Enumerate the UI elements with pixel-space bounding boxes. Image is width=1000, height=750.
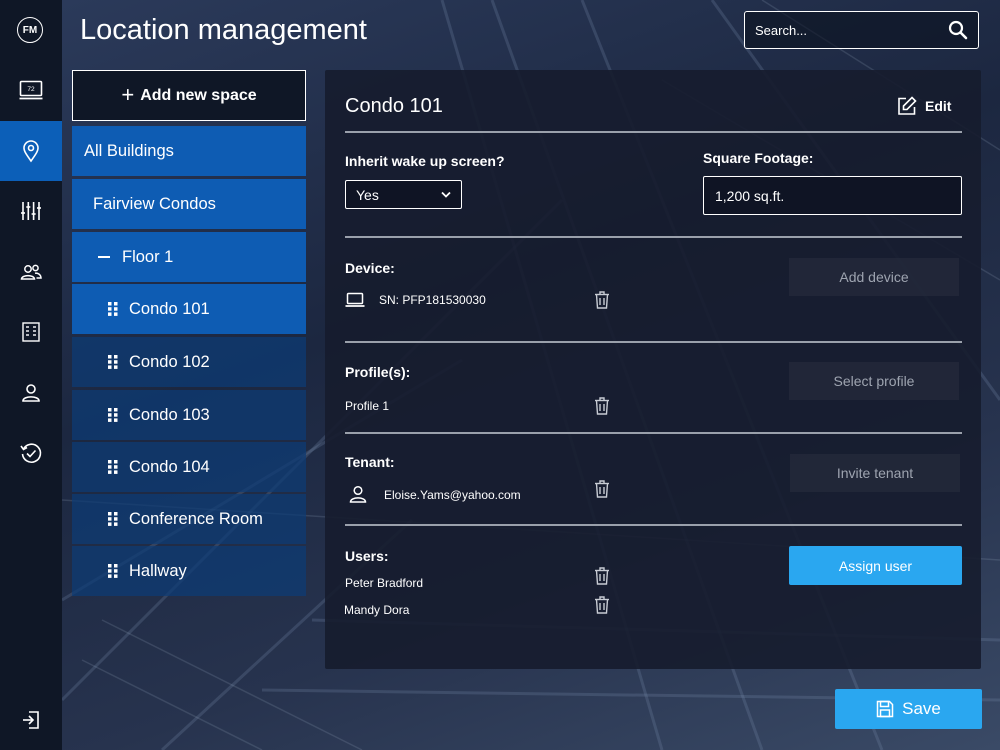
tree-item-label: Conference Room [129, 509, 263, 528]
tree-item-label: Condo 101 [129, 299, 210, 318]
users-icon [20, 264, 42, 280]
inherit-wake-value: Yes [356, 186, 379, 203]
tree-item-hallway[interactable]: Hallway [72, 546, 306, 596]
rail-item-devices[interactable]: 72 [0, 60, 62, 120]
profiles-label: Profile(s): [345, 364, 411, 380]
divider [345, 524, 962, 526]
divider [345, 236, 962, 238]
delete-device-trash-icon[interactable] [594, 291, 610, 309]
tree-item-all-buildings[interactable]: All Buildings [72, 126, 306, 176]
rail-item-buildings[interactable] [0, 302, 62, 362]
add-new-space-label: Add new space [140, 86, 257, 104]
tree-item-floor-1[interactable]: Floor 1 [72, 232, 306, 282]
edit-label: Edit [925, 98, 952, 114]
select-profile-button[interactable]: Select profile [789, 362, 959, 400]
building-icon [22, 322, 40, 342]
drag-handle-icon[interactable] [108, 512, 118, 526]
user-icon [349, 485, 367, 503]
tree-item-label: Condo 102 [129, 352, 210, 371]
tree-item-condo-101[interactable]: Condo 101 [72, 284, 306, 334]
square-footage-input[interactable] [715, 187, 950, 204]
drag-handle-icon[interactable] [108, 460, 118, 474]
delete-user-trash-icon[interactable] [594, 596, 610, 614]
tree-item-condo-102[interactable]: Condo 102 [72, 337, 306, 387]
tenant-email: Eloise.Yams@yahoo.com [384, 488, 521, 502]
tree-item-label: Floor 1 [122, 247, 174, 266]
inherit-wake-select[interactable]: Yes [345, 180, 462, 209]
delete-profile-trash-icon[interactable] [594, 397, 610, 415]
save-button[interactable]: Save [835, 689, 982, 729]
delete-user-trash-icon[interactable] [594, 567, 610, 585]
inherit-wake-label: Inherit wake up screen? [345, 153, 505, 169]
collapse-icon[interactable] [98, 256, 110, 258]
add-new-space-button[interactable]: + Add new space [72, 70, 306, 121]
rail-item-history[interactable] [0, 423, 62, 483]
rail-item-account[interactable] [0, 363, 62, 423]
tree-item-condo-103[interactable]: Condo 103 [72, 390, 306, 440]
user-name: Peter Bradford [345, 576, 424, 590]
drag-handle-icon[interactable] [108, 564, 118, 578]
tree-item-label: Fairview Condos [93, 194, 216, 213]
divider [345, 432, 962, 434]
monitor-icon: 72 [19, 80, 43, 100]
assign-user-button[interactable]: Assign user [789, 546, 962, 585]
drag-handle-icon[interactable] [108, 355, 118, 369]
profile-name: Profile 1 [345, 399, 390, 413]
drag-handle-icon[interactable] [108, 302, 118, 316]
add-device-button[interactable]: Add device [789, 258, 959, 296]
tree-item-label: Hallway [129, 561, 187, 580]
history-check-icon [20, 443, 42, 463]
square-footage-box [703, 176, 962, 215]
tree-item-label: Condo 103 [129, 405, 210, 424]
divider [345, 131, 962, 133]
invite-tenant-button[interactable]: Invite tenant [790, 454, 960, 492]
detail-title: Condo 101 [345, 95, 443, 117]
divider [345, 341, 962, 343]
tree-item-label: Condo 104 [129, 457, 210, 476]
square-footage-label: Square Footage: [703, 150, 814, 166]
user-name: Mandy Dora [344, 603, 410, 617]
users-label: Users: [345, 548, 389, 564]
edit-button[interactable]: Edit [897, 96, 951, 116]
detail-panel: Condo 101 Edit Inherit wake up screen? Y… [325, 70, 981, 669]
logout-button[interactable] [0, 690, 62, 750]
search-icon[interactable] [948, 20, 968, 40]
page-title: Location management [80, 14, 367, 46]
tree-item-label: All Buildings [84, 141, 174, 160]
sliders-icon [21, 202, 41, 220]
tree-item-conference-room[interactable]: Conference Room [72, 494, 306, 544]
rail-item-groups[interactable] [0, 242, 62, 302]
monitor-badge: 72 [27, 86, 35, 93]
plus-icon: + [121, 81, 135, 107]
chevron-down-icon [441, 191, 451, 198]
rail-item-settings[interactable] [0, 181, 62, 241]
rail-item-locations[interactable] [0, 121, 62, 181]
tenant-label: Tenant: [345, 454, 395, 470]
fm-logo[interactable]: FM [17, 17, 43, 43]
left-rail: FM 72 [0, 0, 62, 750]
device-label: Device: [345, 260, 395, 276]
edit-icon [898, 96, 917, 115]
tree-item-fairview-condos[interactable]: Fairview Condos [72, 179, 306, 229]
search-box [744, 11, 979, 49]
search-input[interactable] [755, 22, 948, 38]
floppy-disk-icon [876, 700, 894, 718]
device-serial: SN: PFP181530030 [379, 293, 486, 307]
user-icon [22, 384, 40, 402]
save-label: Save [902, 699, 941, 718]
logout-icon [23, 711, 39, 729]
laptop-icon [345, 292, 365, 307]
location-pin-icon [23, 140, 39, 163]
delete-tenant-trash-icon[interactable] [594, 480, 610, 498]
tree-item-condo-104[interactable]: Condo 104 [72, 442, 306, 492]
drag-handle-icon[interactable] [108, 408, 118, 422]
